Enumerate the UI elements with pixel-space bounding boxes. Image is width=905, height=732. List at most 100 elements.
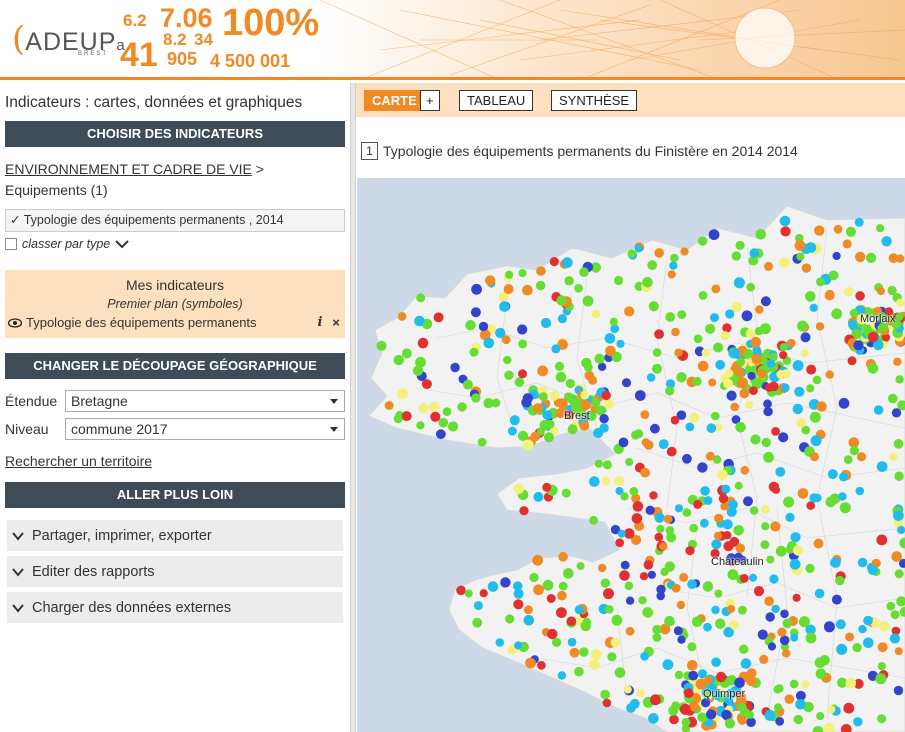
equipment-dot[interactable] xyxy=(763,451,774,463)
equipment-dot[interactable] xyxy=(483,337,495,349)
equipment-dot[interactable] xyxy=(479,589,488,598)
equipment-dot[interactable] xyxy=(830,557,841,568)
equipment-dot[interactable] xyxy=(806,364,817,375)
equipment-dot[interactable] xyxy=(827,705,836,714)
choose-indicators-button[interactable]: CHOISIR DES INDICATEURS xyxy=(5,121,345,147)
equipment-dot[interactable] xyxy=(782,649,791,658)
equipment-dot[interactable] xyxy=(779,215,791,227)
equipment-dot[interactable] xyxy=(654,329,664,340)
equipment-dot[interactable] xyxy=(760,540,770,549)
equipment-dot[interactable] xyxy=(781,369,792,379)
equipment-dot[interactable] xyxy=(805,291,816,302)
equipment-dot[interactable] xyxy=(891,551,902,562)
equipment-dot[interactable] xyxy=(887,285,897,296)
equipment-dot[interactable] xyxy=(656,524,665,533)
equipment-dot[interactable] xyxy=(574,605,584,615)
equipment-dot[interactable] xyxy=(442,407,452,417)
equipment-dot[interactable] xyxy=(683,688,694,699)
equipment-dot[interactable] xyxy=(632,501,644,512)
equipment-dot[interactable] xyxy=(789,558,801,570)
aller-plus-loin-button[interactable]: ALLER PLUS LOIN xyxy=(5,482,345,508)
equipment-dot[interactable] xyxy=(599,423,609,433)
equipment-dot[interactable] xyxy=(471,283,482,295)
equipment-dot[interactable] xyxy=(666,532,675,541)
equipment-dot[interactable] xyxy=(513,599,524,610)
equipment-dot[interactable] xyxy=(376,340,387,351)
equipment-dot[interactable] xyxy=(639,572,649,581)
equipment-dot[interactable] xyxy=(473,601,483,611)
equipment-dot[interactable] xyxy=(540,317,552,329)
equipment-dot[interactable] xyxy=(814,588,825,599)
equipment-dot[interactable] xyxy=(677,635,686,644)
equipment-dot[interactable] xyxy=(775,467,786,477)
equipment-dot[interactable] xyxy=(580,390,590,400)
equipment-dot[interactable] xyxy=(894,647,903,656)
equipment-dot[interactable] xyxy=(816,401,827,412)
equipment-dot[interactable] xyxy=(768,481,780,492)
equipment-dot[interactable] xyxy=(809,411,821,423)
tab-add-map-button[interactable]: + xyxy=(420,90,440,111)
equipment-dot[interactable] xyxy=(711,411,720,421)
equipment-dot[interactable] xyxy=(623,685,632,694)
equipment-dot[interactable] xyxy=(689,523,698,533)
equipment-dot[interactable] xyxy=(536,266,546,276)
equipment-dot[interactable] xyxy=(579,267,589,277)
equipment-dot[interactable] xyxy=(611,614,623,626)
classer-checkbox[interactable] xyxy=(5,238,17,250)
equipment-dot[interactable] xyxy=(813,493,822,503)
equipment-dot[interactable] xyxy=(670,415,680,425)
equipment-dot[interactable] xyxy=(746,675,757,687)
equipment-dot[interactable] xyxy=(828,270,839,281)
equipment-dot[interactable] xyxy=(813,538,824,549)
map-view[interactable]: Morlaix Brest Châteaulin Quimper xyxy=(357,178,905,732)
equipment-dot[interactable] xyxy=(546,594,556,603)
equipment-dot[interactable] xyxy=(845,226,856,237)
equipment-dot[interactable] xyxy=(614,667,626,678)
equipment-dot[interactable] xyxy=(600,689,610,700)
equipment-dot[interactable] xyxy=(814,225,825,236)
equipment-dot[interactable] xyxy=(629,487,639,496)
equipment-dot[interactable] xyxy=(589,476,600,487)
equipment-dot[interactable] xyxy=(725,369,734,378)
equipment-dot[interactable] xyxy=(782,618,793,629)
equipment-dot[interactable] xyxy=(533,584,544,596)
equipment-dot[interactable] xyxy=(580,400,591,411)
equipment-dot[interactable] xyxy=(779,257,790,268)
equipment-dot[interactable] xyxy=(513,588,524,599)
equipment-dot[interactable] xyxy=(646,373,656,382)
equipment-dot[interactable] xyxy=(647,260,658,271)
equipment-dot[interactable] xyxy=(745,400,754,409)
equipment-dot[interactable] xyxy=(565,378,575,389)
equipment-dot[interactable] xyxy=(567,424,578,435)
equipment-dot[interactable] xyxy=(853,340,864,351)
equipment-dot[interactable] xyxy=(703,622,712,632)
equipment-dot[interactable] xyxy=(537,365,549,377)
equipment-dot[interactable] xyxy=(722,519,733,530)
equipment-dot[interactable] xyxy=(766,555,775,564)
equipment-dot[interactable] xyxy=(886,601,896,611)
accordion-reports[interactable]: Editer des rapports xyxy=(7,556,343,587)
equipment-dot[interactable] xyxy=(556,295,567,306)
equipment-dot[interactable] xyxy=(800,332,811,343)
equipment-dot[interactable] xyxy=(798,616,810,628)
equipment-dot[interactable] xyxy=(733,277,745,289)
equipment-dot[interactable] xyxy=(718,494,729,504)
equipment-dot[interactable] xyxy=(749,386,758,396)
equipment-dot[interactable] xyxy=(625,596,635,605)
equipment-dot[interactable] xyxy=(794,386,805,397)
equipment-dot[interactable] xyxy=(652,363,662,374)
equipment-dot[interactable] xyxy=(766,359,776,368)
equipment-dot[interactable] xyxy=(507,426,517,436)
equipment-dot[interactable] xyxy=(529,572,539,583)
equipment-dot[interactable] xyxy=(664,561,675,572)
equipment-dot[interactable] xyxy=(416,421,425,430)
equipment-dot[interactable] xyxy=(627,249,637,258)
equipment-dot[interactable] xyxy=(722,323,732,333)
equipment-dot[interactable] xyxy=(469,347,479,357)
equipment-dot[interactable] xyxy=(525,657,536,669)
equipment-dot[interactable] xyxy=(711,657,721,667)
equipment-dot[interactable] xyxy=(429,401,440,413)
equipment-dot[interactable] xyxy=(647,570,656,579)
equipment-dot[interactable] xyxy=(654,512,665,523)
equipment-dot[interactable] xyxy=(594,353,605,364)
